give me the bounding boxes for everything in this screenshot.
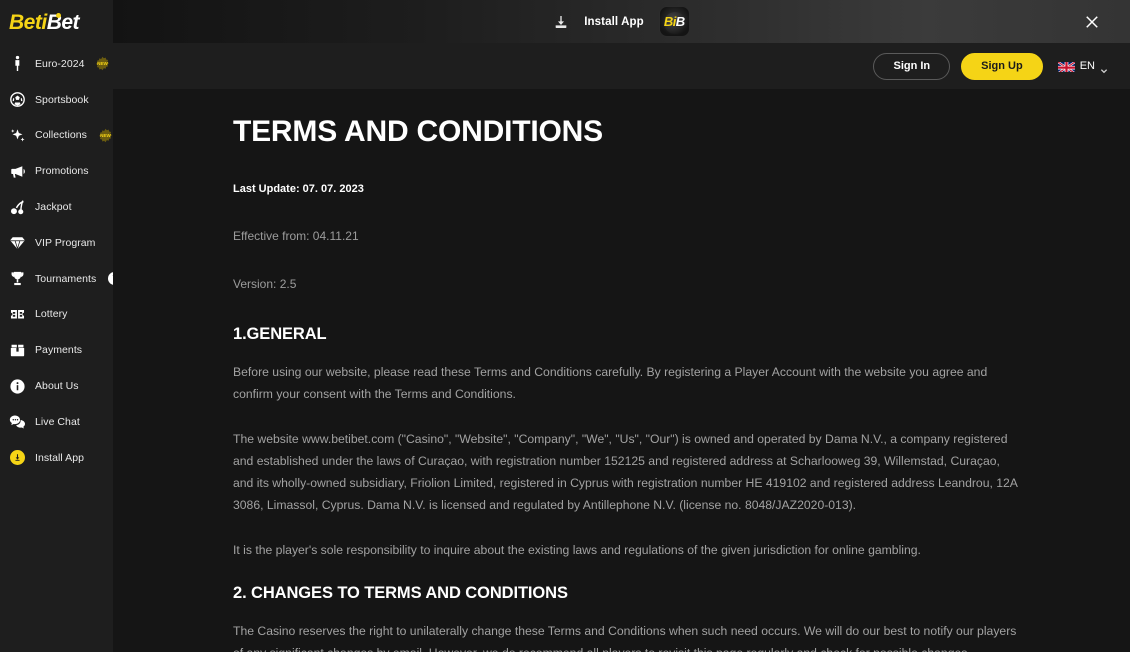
install-banner-content: Install App BiB <box>553 6 690 37</box>
main-column: Install App BiB Sign In Sign Up EN TERMS… <box>113 0 1130 652</box>
brand-logo[interactable]: Beti Bet <box>0 0 113 46</box>
language-selector[interactable]: EN <box>1057 60 1108 74</box>
page-title: TERMS AND CONDITIONS <box>233 115 603 148</box>
chevron-down-icon <box>1100 62 1108 74</box>
trophy-icon <box>9 270 26 287</box>
section-heading-changes: 2. CHANGES TO TERMS AND CONDITIONS <box>233 584 568 603</box>
paragraph-company-info: The website www.betibet.com ("Casino", "… <box>233 431 1018 513</box>
info-icon <box>9 378 26 395</box>
sidebar-item-label: Promotions <box>35 165 89 178</box>
sidebar-item-label: Lottery <box>35 308 68 321</box>
section-heading-general: 1.GENERAL <box>233 325 327 343</box>
app-icon-text: BiB <box>664 14 685 29</box>
paragraph-changes: The Casino reserves the right to unilate… <box>233 624 1017 652</box>
sidebar-item-payments[interactable]: Payments <box>0 332 113 368</box>
sign-in-button[interactable]: Sign In <box>873 52 951 80</box>
soccer-ball-icon <box>9 91 26 108</box>
app-root: Beti Bet Euro-2024 NEW Sportsbook Collection… <box>0 0 1130 652</box>
sidebar-item-label: Euro-2024 <box>35 57 85 70</box>
brand-logo-white: Bet <box>46 11 80 34</box>
download-circle-icon <box>9 449 26 466</box>
sidebar-item-lottery[interactable]: Lottery <box>0 297 113 333</box>
sidebar-item-live-chat[interactable]: Live Chat <box>0 404 113 440</box>
sparkle-icon <box>9 127 26 144</box>
diamond-icon <box>9 234 26 251</box>
download-circle-badge <box>10 450 25 466</box>
person-icon <box>9 55 26 72</box>
count-badge: 7 <box>108 272 113 286</box>
close-icon[interactable] <box>1081 11 1103 33</box>
effective-from-text: Effective from: 04.11.21 <box>233 229 359 243</box>
new-badge-icon: NEW <box>98 128 113 143</box>
svg-text:NEW: NEW <box>98 62 109 67</box>
app-icon-text-white: B <box>675 14 685 29</box>
last-update-text: Last Update: 07. 07. 2023 <box>233 183 364 195</box>
sidebar-item-label: Tournaments <box>35 272 97 285</box>
sidebar-item-label: Payments <box>35 344 83 357</box>
sidebar-item-label: Collections <box>35 129 87 142</box>
megaphone-icon <box>9 163 26 180</box>
wallet-box-icon <box>9 342 26 359</box>
chat-icon <box>9 413 26 430</box>
sign-up-button[interactable]: Sign Up <box>961 52 1043 80</box>
app-icon[interactable]: BiB <box>658 6 690 37</box>
install-app-banner[interactable]: Install App BiB <box>113 0 1130 43</box>
paragraph-player-responsibility: It is the player's sole responsibility t… <box>233 542 921 557</box>
brand-logo-yellow: Beti <box>9 11 47 34</box>
sidebar-item-sportsbook[interactable]: Sportsbook <box>0 82 113 118</box>
sidebar-item-euro-2024[interactable]: Euro-2024 NEW <box>0 46 113 82</box>
brand-logo-dot <box>56 13 61 18</box>
sidebar-item-tournaments[interactable]: Tournaments 7 <box>0 261 113 297</box>
sidebar-item-label: About Us <box>35 380 79 393</box>
download-icon <box>553 14 569 30</box>
sidebar-item-collections[interactable]: Collections NEW <box>0 118 113 154</box>
paragraph-general-intro: Before using our website, please read th… <box>233 365 988 402</box>
sidebar-item-promotions[interactable]: Promotions <box>0 153 113 189</box>
sidebar-item-label: Sportsbook <box>35 93 89 106</box>
sidebar-item-label: Jackpot <box>35 201 72 214</box>
sidebar-item-about-us[interactable]: About Us <box>0 368 113 404</box>
auth-bar: Sign In Sign Up EN <box>113 43 1130 89</box>
language-label: EN <box>1079 60 1095 72</box>
sidebar-item-label: Install App <box>35 451 84 464</box>
sidebar-item-jackpot[interactable]: Jackpot <box>0 189 113 225</box>
version-text: Version: 2.5 <box>233 277 297 291</box>
uk-flag-icon <box>1057 60 1075 72</box>
svg-text:NEW: NEW <box>100 133 111 138</box>
sidebar: Beti Bet Euro-2024 NEW Sportsbook Collection… <box>0 0 113 652</box>
sidebar-item-label: Live Chat <box>35 415 80 428</box>
lottery-icon <box>9 306 26 323</box>
sidebar-item-vip-program[interactable]: VIP Program <box>0 225 113 261</box>
cherries-icon <box>9 199 26 216</box>
sidebar-item-install-app[interactable]: Install App <box>0 440 113 476</box>
app-icon-text-yellow: Bi <box>663 14 676 29</box>
new-badge-icon: NEW <box>95 56 110 71</box>
terms-content: TERMS AND CONDITIONS Last Update: 07. 07… <box>113 89 1130 652</box>
sidebar-nav: Euro-2024 NEW Sportsbook Collections NEW Prom… <box>0 46 113 476</box>
sidebar-item-label: VIP Program <box>35 236 96 249</box>
install-banner-label: Install App <box>584 15 644 28</box>
